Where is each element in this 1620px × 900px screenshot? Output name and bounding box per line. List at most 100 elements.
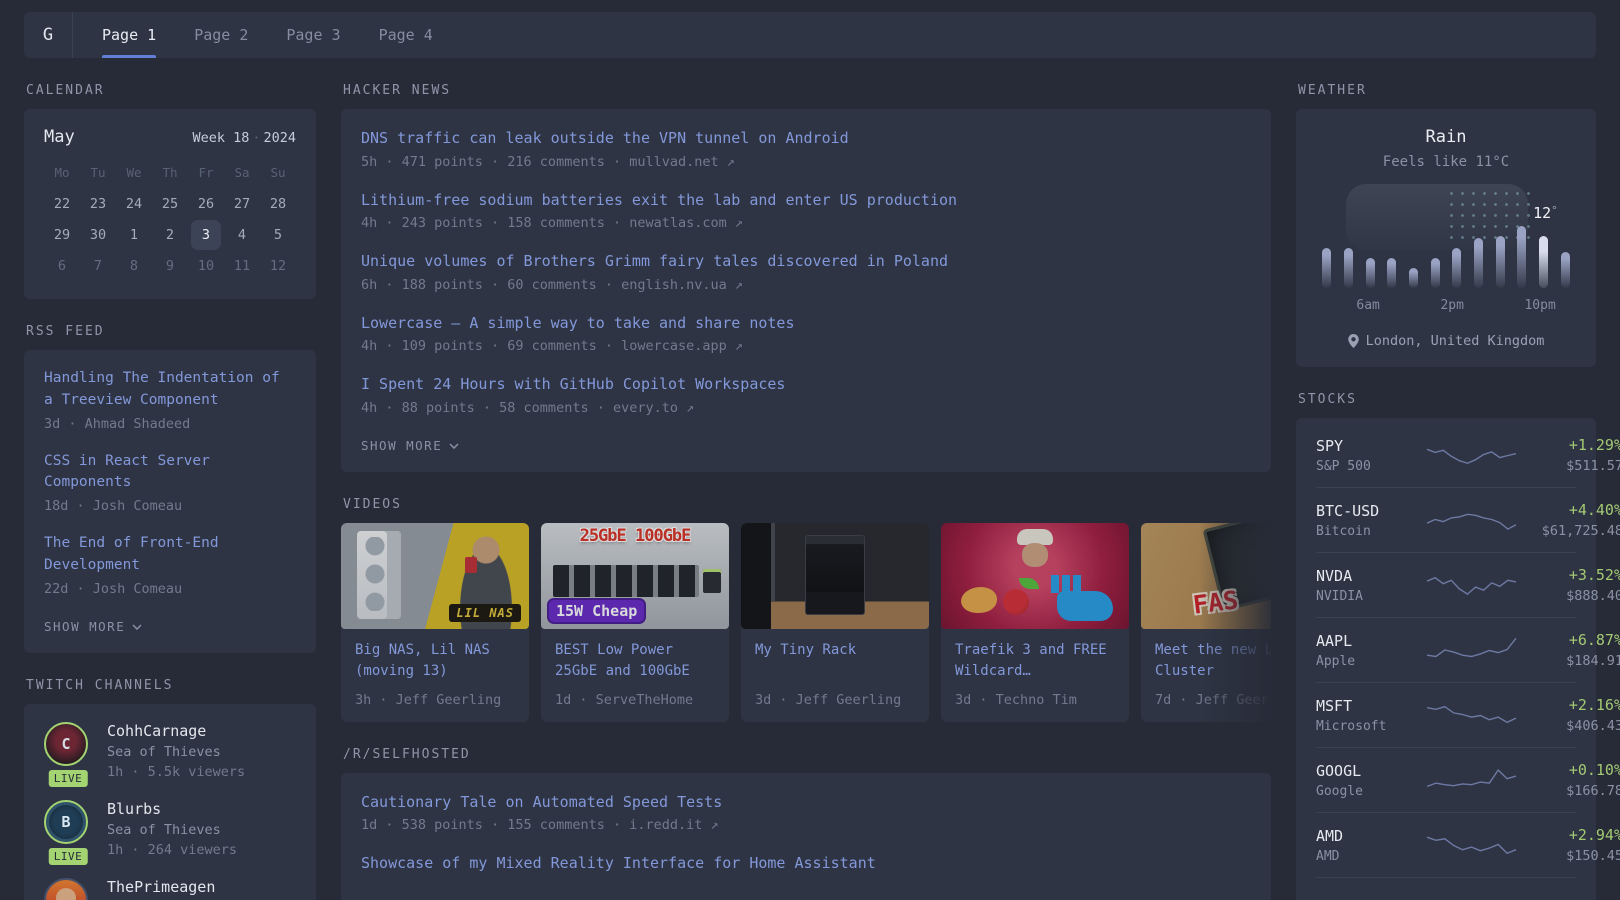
stock-change: +4.40% xyxy=(1568,501,1620,519)
stock-row-msft[interactable]: MSFT Microsoft +2.16% $406.43 xyxy=(1316,682,1620,747)
stock-price: $888.40 xyxy=(1566,588,1620,604)
hn-item-title[interactable]: Unique volumes of Brothers Grimm fairy t… xyxy=(361,250,1251,273)
video-card[interactable]: 25GbE 100GbE 15W Cheap BEST Low Power 25… xyxy=(541,522,729,722)
calendar-day: 26 xyxy=(197,195,215,212)
pc-tower-graphic xyxy=(357,530,401,619)
weather-bar xyxy=(1517,226,1527,288)
apple-graphic xyxy=(1003,588,1029,615)
weather-bar xyxy=(1408,268,1418,288)
video-title[interactable]: Traefik 3 and FREE Wildcard… xyxy=(955,640,1115,684)
page-tabs: Page 1 Page 2 Page 3 Page 4 xyxy=(73,12,452,58)
calendar-weekday: Mo xyxy=(54,165,70,180)
video-thumbnail[interactable]: 25GbE 100GbE 15W Cheap xyxy=(541,522,729,629)
stock-row-googl[interactable]: GOOGL Google +0.10% $166.78 xyxy=(1316,747,1620,812)
hn-item-meta: 5h · 471 points · 216 comments · mullvad… xyxy=(361,153,735,170)
show-more-label: SHOW MORE xyxy=(361,437,443,453)
video-title[interactable]: Big NAS, Lil NAS (moving 13) xyxy=(355,640,515,684)
weather-time-label xyxy=(1316,298,1336,313)
rss-item-title[interactable]: Handling The Indentation of a Treeview C… xyxy=(44,368,296,412)
weather-time-label xyxy=(1556,298,1576,313)
stock-symbol: MSFT xyxy=(1316,696,1353,715)
hn-item-title[interactable]: DNS traffic can leak outside the VPN tun… xyxy=(361,127,1251,150)
stock-row-nvda[interactable]: NVDA NVIDIA +3.52% $888.40 xyxy=(1316,552,1620,617)
video-card[interactable]: LIL NAS Big NAS, Lil NAS (moving 13) 3h … xyxy=(341,522,529,722)
video-thumbnail[interactable] xyxy=(941,522,1129,629)
calendar-week-year: Week 18 · 2024 xyxy=(192,130,296,146)
tab-page-4[interactable]: Page 4 xyxy=(367,12,445,58)
video-title[interactable]: My Tiny Rack xyxy=(755,640,915,684)
stock-name: Apple xyxy=(1316,653,1356,669)
tab-page-3[interactable]: Page 3 xyxy=(274,12,352,58)
video-thumbnail[interactable] xyxy=(741,522,929,629)
stock-row-btc-usd[interactable]: BTC-USD Bitcoin +4.40% $61,725.48 xyxy=(1316,487,1620,552)
hn-item-title[interactable]: Lithium-free sodium batteries exit the l… xyxy=(361,189,1251,212)
hn-item-meta: 4h · 243 points · 158 comments · newatla… xyxy=(361,215,744,231)
stock-sparkline xyxy=(1424,568,1519,602)
video-title[interactable]: BEST Low Power 25GbE and 100GbE Switch… xyxy=(555,640,715,684)
twitch-channel-row[interactable]: C LIVE CohhCarnage Sea of Thieves 1h · 5… xyxy=(44,721,296,789)
calendar-widget: May Week 18 · 2024 Mo Tu We Th Fr Sa Su 22 23 24 25… xyxy=(24,109,316,299)
reddit-item-title[interactable]: Cautionary Tale on Automated Speed Tests xyxy=(361,791,1251,814)
twitch-channel-row[interactable]: ThePrimeagen xyxy=(44,877,296,900)
app-logo[interactable]: G xyxy=(24,12,73,58)
hn-item-meta: 4h · 109 points · 69 comments · lowercas… xyxy=(361,338,744,354)
avatar: C LIVE xyxy=(44,721,92,789)
calendar-weekday-row: Mo Tu We Th Fr Sa Su xyxy=(44,161,296,188)
calendar-day: 10 xyxy=(197,257,215,274)
stock-change: +3.52% xyxy=(1568,566,1620,584)
switch-ports-graphic xyxy=(553,564,699,597)
stock-row-rddt[interactable]: RDDT -1.65% xyxy=(1316,877,1620,900)
stock-name: Microsoft xyxy=(1316,718,1387,734)
twitch-channel-name[interactable]: Blurbs xyxy=(107,800,237,818)
rss-item-title[interactable]: CSS in React Server Components xyxy=(44,451,296,495)
list-item: I Spent 24 Hours with GitHub Copilot Wor… xyxy=(361,373,1251,416)
twitch-channel-name[interactable]: CohhCarnage xyxy=(107,722,245,740)
cup-graphic xyxy=(465,556,477,573)
tab-page-1[interactable]: Page 1 xyxy=(90,12,168,58)
stock-change: +0.10% xyxy=(1568,761,1620,779)
video-card[interactable]: Traefik 3 and FREE Wildcard… 3d · Techno… xyxy=(941,522,1129,722)
stock-symbol: AMD xyxy=(1316,826,1344,845)
video-card[interactable]: My Tiny Rack 3d · Jeff Geerling xyxy=(741,522,929,722)
stock-change: +2.16% xyxy=(1568,696,1620,714)
calendar-day: 7 xyxy=(93,257,103,274)
twitch-avatar-cohhcarnage: C xyxy=(44,721,88,766)
stock-row-amd[interactable]: AMD AMD +2.94% $150.45 xyxy=(1316,812,1620,877)
stock-row-spy[interactable]: SPY S&P 500 +1.29% $511.57 xyxy=(1316,423,1620,487)
video-thumbnail[interactable]: FAS xyxy=(1141,522,1271,629)
video-card[interactable]: FAS Meet the new Linux Cluster 7d · Jeff… xyxy=(1141,522,1271,722)
reddit-item-title[interactable]: Showcase of my Mixed Reality Interface f… xyxy=(361,852,1251,875)
twitch-channel-name[interactable]: ThePrimeagen xyxy=(107,878,215,896)
video-thumbnail[interactable]: LIL NAS xyxy=(341,522,529,629)
hn-show-more-button[interactable]: SHOW MORE xyxy=(361,438,459,453)
weather-time-label xyxy=(1336,298,1356,313)
twitch-channels-widget: C LIVE CohhCarnage Sea of Thieves 1h · 5… xyxy=(24,703,316,900)
videos-carousel: LIL NAS Big NAS, Lil NAS (moving 13) 3h … xyxy=(341,522,1271,722)
hn-item-title[interactable]: Lowercase – A simple way to take and sha… xyxy=(361,312,1251,335)
calendar-day: 3 xyxy=(188,219,224,250)
weather-bar xyxy=(1538,236,1548,288)
tab-page-2[interactable]: Page 2 xyxy=(182,12,260,58)
face-graphic xyxy=(1022,542,1048,567)
stock-name: Bitcoin xyxy=(1316,523,1371,539)
avatar: B LIVE xyxy=(44,799,92,867)
stocks-widget: SPY S&P 500 +1.29% $511.57 BTC-USD Bitcoin … xyxy=(1296,418,1620,900)
rss-item-title[interactable]: The End of Front-End Development xyxy=(44,533,296,577)
calendar-day: 11 xyxy=(233,257,251,274)
calendar-day: 30 xyxy=(89,226,107,243)
hn-item-meta: 6h · 188 points · 60 comments · english.… xyxy=(361,276,744,293)
stock-row-aapl[interactable]: AAPL Apple +6.87% $184.91 xyxy=(1316,617,1620,682)
weather-time-label: 2pm xyxy=(1440,298,1464,313)
calendar-day: 28 xyxy=(269,195,287,212)
weather-time-label xyxy=(1504,298,1524,313)
stock-symbol: SPY xyxy=(1316,436,1344,455)
calendar-day: 25 xyxy=(161,195,179,212)
hn-item-title[interactable]: I Spent 24 Hours with GitHub Copilot Wor… xyxy=(361,373,1251,396)
rss-show-more-button[interactable]: SHOW MORE xyxy=(44,619,142,634)
weather-bar xyxy=(1365,258,1375,288)
section-label-videos: VIDEOS xyxy=(343,496,402,512)
video-meta: 3d · Techno Tim xyxy=(955,691,1077,708)
thumbnail-caption: 25GbE 100GbE xyxy=(579,525,692,546)
twitch-channel-row[interactable]: B LIVE Blurbs Sea of Thieves 1h · 264 vi… xyxy=(44,799,296,867)
video-title[interactable]: Meet the new Linux Cluster xyxy=(1155,640,1271,684)
